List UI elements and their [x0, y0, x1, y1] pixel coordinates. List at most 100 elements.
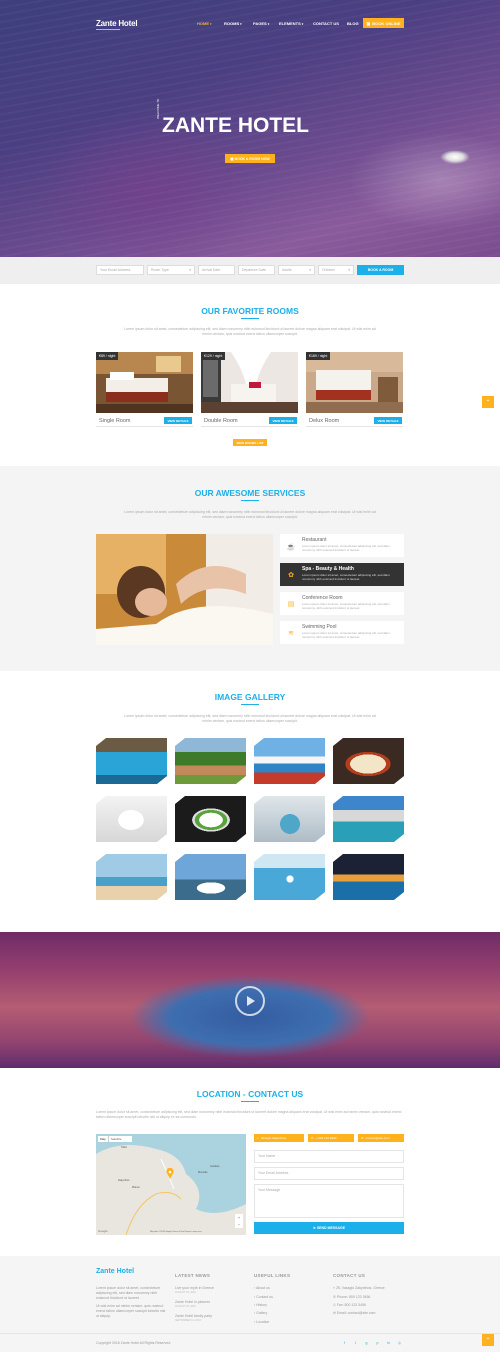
- map-label: Tsilivi: [121, 1146, 127, 1149]
- pinterest-icon[interactable]: p: [374, 1339, 381, 1346]
- book-online-button[interactable]: ▦ BOOK ONLINE: [363, 18, 404, 28]
- gallery-image-garden[interactable]: [175, 738, 246, 784]
- linkedin-icon[interactable]: in: [385, 1339, 392, 1346]
- booking-email-input[interactable]: Your Email Address: [96, 265, 144, 275]
- delux-room-price: €189 / night: [306, 352, 331, 360]
- contact-title: LOCATION - CONTACT US: [196, 1089, 304, 1099]
- site-logo[interactable]: Zante Hotel: [96, 19, 138, 28]
- delux-room-details-button[interactable]: VIEW DETAILS: [374, 417, 402, 424]
- nav-blog-label: BLOG: [347, 21, 359, 26]
- news-link[interactable]: Zante Hotel in pictures: [175, 1300, 210, 1304]
- nav-contact[interactable]: CONTACT US: [313, 21, 339, 26]
- google-logo: Google: [98, 1229, 108, 1233]
- map-tab-map[interactable]: Map: [98, 1136, 109, 1142]
- play-button[interactable]: [235, 986, 265, 1016]
- scroll-top-icon[interactable]: ⌃: [482, 396, 494, 408]
- useful-links-heading: USEFUL LINKS: [254, 1273, 291, 1278]
- book-online-label: BOOK ONLINE: [372, 20, 401, 26]
- book-room-button[interactable]: BOOK A ROOM: [357, 265, 404, 275]
- footer-divider: [0, 1333, 500, 1334]
- gallery-image-towels[interactable]: [96, 796, 167, 842]
- children-select[interactable]: Children ▾: [318, 265, 354, 275]
- single-room-name[interactable]: Single Room: [99, 418, 131, 424]
- footer-link-location[interactable]: › Location: [254, 1320, 269, 1324]
- google-plus-icon[interactable]: g: [363, 1339, 370, 1346]
- address-text: Vasaglo Zakynthos: [260, 1136, 286, 1140]
- phone-badge: ✆ + 000 123 9900: [308, 1134, 354, 1142]
- map-pin-icon[interactable]: [166, 1167, 174, 1179]
- chevron-down-icon: ▾: [267, 21, 270, 26]
- footer-email-text: Email: contact@site.com: [336, 1311, 376, 1315]
- nav-elements[interactable]: ELEMENTS ▾: [279, 21, 303, 26]
- phone-icon: ✆: [311, 1136, 314, 1140]
- hero-title: ZANTE HOTEL: [162, 114, 309, 137]
- facebook-icon[interactable]: f: [341, 1339, 348, 1346]
- view-rooms-list-button[interactable]: VIEW ROOMS LIST: [233, 439, 267, 446]
- nav-blog[interactable]: BLOG: [347, 21, 359, 26]
- gallery-image-salad[interactable]: [175, 796, 246, 842]
- hero-book-button[interactable]: ▦ BOOK A ROOM NOW: [225, 154, 275, 163]
- news-date: AUGUST 18, 2016: [175, 1305, 196, 1308]
- map-zoom-controls[interactable]: + −: [235, 1214, 243, 1228]
- zoom-in-icon[interactable]: +: [238, 1215, 240, 1220]
- gallery-image-pool[interactable]: [96, 738, 167, 784]
- footer-link-location-label: Location: [256, 1320, 270, 1324]
- delux-room-name[interactable]: Delux Room: [309, 418, 339, 424]
- location-map[interactable]: [96, 1134, 246, 1235]
- footer-link-contact[interactable]: › Contact us: [254, 1295, 273, 1299]
- contact-message-placeholder: Your Message: [258, 1188, 281, 1192]
- footer-about-2: Ut wisi enim ad minim veniam, quis nostr…: [96, 1304, 166, 1318]
- double-room-name[interactable]: Double Room: [204, 418, 238, 424]
- contact-email-input[interactable]: Your Email Address: [254, 1167, 404, 1180]
- map-label: Planos: [132, 1186, 140, 1189]
- twitter-icon[interactable]: t: [352, 1339, 359, 1346]
- map-tab-satellite[interactable]: Satellite: [109, 1136, 124, 1142]
- map-type-toggle[interactable]: Map Satellite: [98, 1136, 132, 1142]
- email-badge: ✉ contact@site.com: [358, 1134, 404, 1142]
- hero-pretitle: WELCOME TO: [156, 98, 160, 119]
- instagram-icon[interactable]: ◎: [396, 1339, 403, 1346]
- single-room-image[interactable]: [96, 352, 193, 413]
- departure-date-input[interactable]: Departure Date: [238, 265, 275, 275]
- double-room-details-button[interactable]: VIEW DETAILS: [269, 417, 297, 424]
- latest-news-heading: LATEST NEWS: [175, 1273, 211, 1278]
- service-spa-text: Lorem ipsum dolor sit amet, consectetuer…: [302, 573, 390, 581]
- footer-email[interactable]: ✉ Email: contact@site.com: [333, 1311, 375, 1315]
- news-link[interactable]: Live your myth in Greece: [175, 1286, 214, 1290]
- news-link[interactable]: Zante Hotel family party: [175, 1314, 212, 1318]
- restaurant-icon: ☕: [286, 544, 296, 551]
- footer-about: Lorem ipsum dolor sit amet, consectetuer…: [96, 1286, 161, 1300]
- contact-name-input[interactable]: Your Name: [254, 1150, 404, 1163]
- chevron-down-icon: ▾: [210, 21, 212, 26]
- footer-fax: ⎙ Fax: 800 123 3456: [333, 1303, 366, 1307]
- address-badge: ⌖ Vasaglo Zakynthos: [254, 1134, 304, 1142]
- footer-link-about[interactable]: › About us: [254, 1286, 270, 1290]
- gallery-image-terrace[interactable]: [254, 738, 325, 784]
- footer-link-history[interactable]: › History: [254, 1303, 267, 1307]
- nav-pages[interactable]: PAGES ▾: [253, 21, 269, 26]
- delux-room-image[interactable]: [306, 352, 403, 413]
- zoom-out-icon[interactable]: −: [238, 1222, 240, 1227]
- scroll-top-icon[interactable]: ⌃: [482, 1334, 494, 1346]
- adults-select[interactable]: Adults ▾: [278, 265, 315, 275]
- nav-rooms[interactable]: ROOMS ▾: [224, 21, 242, 26]
- footer-logo[interactable]: Zante Hotel: [96, 1268, 134, 1275]
- gallery-image-arch[interactable]: [254, 796, 325, 842]
- send-message-button[interactable]: ➤ SEND MESSAGE: [254, 1222, 404, 1234]
- footer-link-gallery[interactable]: › Gallery: [254, 1311, 267, 1315]
- gallery-image-dish[interactable]: [333, 738, 404, 784]
- room-type-select[interactable]: Room Type ▾: [147, 265, 195, 275]
- single-room-details-button[interactable]: VIEW DETAILS: [164, 417, 192, 424]
- arrival-date-input[interactable]: Arrival Date: [198, 265, 235, 275]
- gallery-image-navagio[interactable]: [333, 796, 404, 842]
- pool-icon: ≋: [288, 630, 294, 637]
- gallery-image-beach-family[interactable]: [96, 854, 167, 900]
- double-room-image[interactable]: [201, 352, 298, 413]
- gallery-image-boat[interactable]: [175, 854, 246, 900]
- gallery-image-night-pool[interactable]: [333, 854, 404, 900]
- nav-home[interactable]: HOME ▾: [197, 21, 212, 26]
- logo-underline: [96, 29, 120, 30]
- footer-link-history-label: History: [256, 1303, 268, 1307]
- gallery-image-infinity-pool[interactable]: [254, 854, 325, 900]
- contact-message-textarea[interactable]: Your Message: [254, 1184, 404, 1218]
